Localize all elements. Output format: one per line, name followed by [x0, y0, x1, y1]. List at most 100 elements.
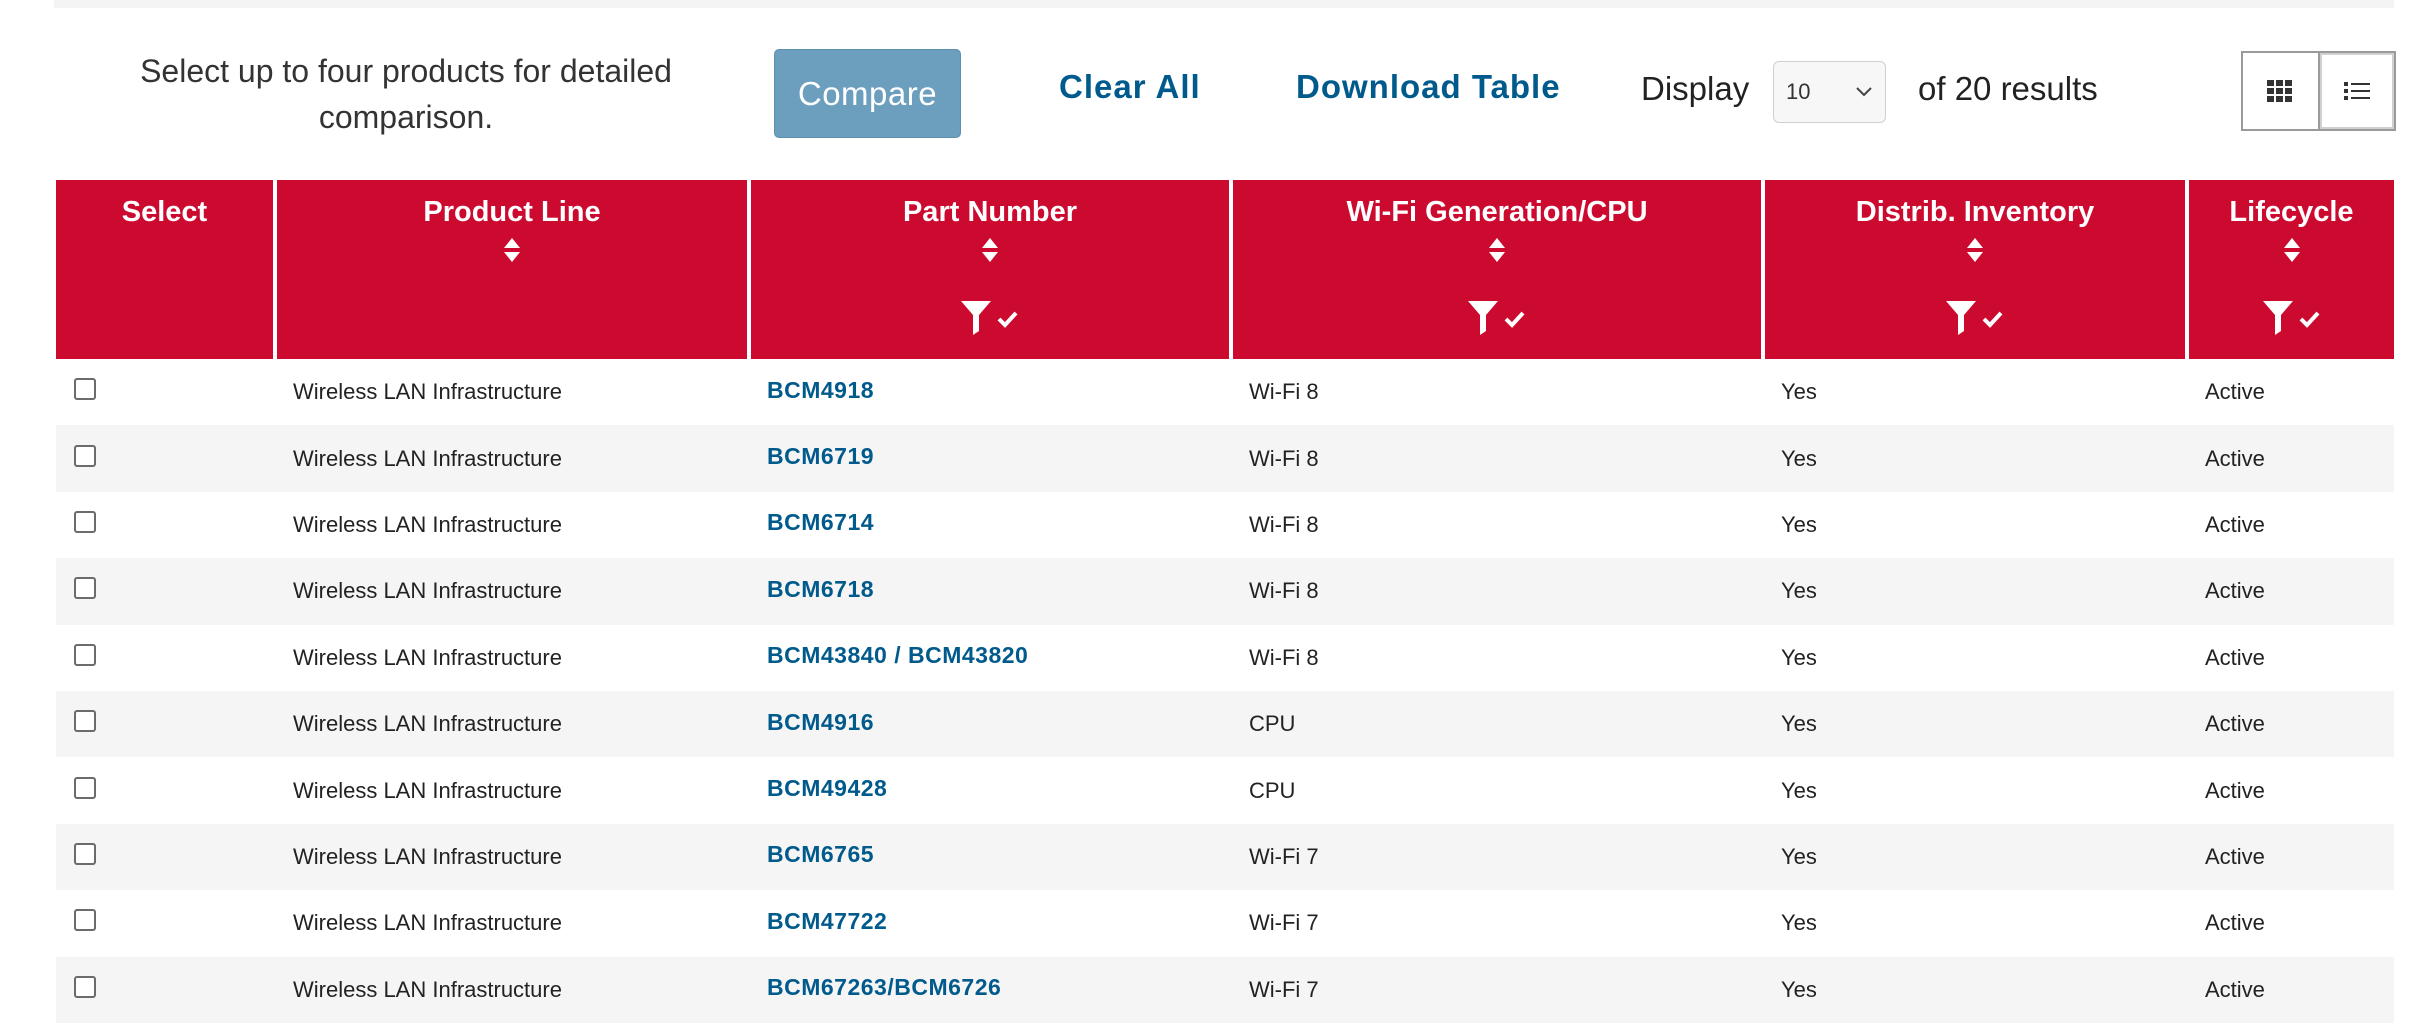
- compare-button[interactable]: Compare: [774, 49, 961, 138]
- column-header-lifecycle[interactable]: Lifecycle: [2189, 180, 2394, 359]
- row-select-checkbox[interactable]: [74, 510, 96, 533]
- filter-icon[interactable]: [2261, 297, 2323, 337]
- cell-select: [56, 909, 277, 932]
- part-number-link[interactable]: BCM4916: [767, 709, 874, 735]
- cell-lifecycle: Active: [2189, 446, 2394, 472]
- row-select-checkbox[interactable]: [74, 577, 96, 600]
- product-line-value: Wireless LAN Infrastructure: [293, 379, 562, 405]
- filter-icon[interactable]: [959, 297, 1021, 337]
- cell-product-line: Wireless LAN Infrastructure: [277, 645, 751, 671]
- page-size-value: 10: [1786, 79, 1811, 104]
- part-number-link[interactable]: BCM6765: [767, 841, 874, 867]
- row-select-checkbox[interactable]: [74, 444, 96, 467]
- cell-product-line: Wireless LAN Infrastructure: [277, 977, 751, 1003]
- lifecycle-value: Active: [2205, 511, 2265, 537]
- cell-product-line: Wireless LAN Infrastructure: [277, 711, 751, 737]
- column-header-wifi-generation[interactable]: Wi-Fi Generation/CPU: [1233, 180, 1765, 359]
- cell-part-number: BCM6714: [751, 509, 1233, 538]
- column-header-select: Select: [56, 180, 277, 359]
- row-select-checkbox[interactable]: [74, 710, 96, 733]
- part-number-link[interactable]: BCM6718: [767, 576, 874, 602]
- cell-distrib-inventory: Yes: [1765, 645, 2189, 671]
- row-select-checkbox[interactable]: [74, 643, 96, 666]
- cell-wifi-generation: Wi-Fi 7: [1233, 910, 1765, 936]
- product-line-value: Wireless LAN Infrastructure: [293, 711, 562, 737]
- product-line-value: Wireless LAN Infrastructure: [293, 777, 562, 803]
- product-table: Select Product Line Part Number Wi-Fi Gener…: [56, 180, 2394, 1023]
- cell-product-line: Wireless LAN Infrastructure: [277, 512, 751, 538]
- cell-wifi-generation: Wi-Fi 8: [1233, 578, 1765, 604]
- sort-icon[interactable]: [1487, 236, 1507, 264]
- clear-all-link[interactable]: Clear All: [1059, 68, 1201, 106]
- cell-distrib-inventory: Yes: [1765, 910, 2189, 936]
- part-number-link[interactable]: BCM4918: [767, 377, 874, 403]
- row-select-checkbox[interactable]: [74, 776, 96, 799]
- cell-product-line: Wireless LAN Infrastructure: [277, 446, 751, 472]
- cell-wifi-generation: CPU: [1233, 711, 1765, 737]
- cell-product-line: Wireless LAN Infrastructure: [277, 578, 751, 604]
- list-icon: [2343, 82, 2370, 100]
- column-title: Select: [121, 196, 208, 228]
- column-header-product-line[interactable]: Product Line: [277, 180, 751, 359]
- cell-lifecycle: Active: [2189, 379, 2394, 405]
- cell-distrib-inventory: Yes: [1765, 977, 2189, 1003]
- cell-wifi-generation: Wi-Fi 8: [1233, 446, 1765, 472]
- distrib-inventory-value: Yes: [1781, 644, 1817, 670]
- cell-select: [56, 776, 277, 799]
- part-number-link[interactable]: BCM6719: [767, 443, 874, 469]
- row-select-checkbox[interactable]: [74, 975, 96, 998]
- table-row: Wireless LAN Infrastructure BCM6718 Wi-Fi …: [56, 558, 2394, 625]
- filter-icon[interactable]: [1466, 297, 1528, 337]
- product-line-value: Wireless LAN Infrastructure: [293, 511, 562, 537]
- lifecycle-value: Active: [2205, 644, 2265, 670]
- sort-icon[interactable]: [1965, 236, 1985, 264]
- lifecycle-value: Active: [2205, 711, 2265, 737]
- filter-icon[interactable]: [1944, 297, 2006, 337]
- cell-select: [56, 378, 277, 401]
- sort-icon[interactable]: [502, 236, 522, 264]
- row-select-checkbox[interactable]: [74, 909, 96, 932]
- distrib-inventory-value: Yes: [1781, 777, 1817, 803]
- table-row: Wireless LAN Infrastructure BCM6765 Wi-Fi …: [56, 823, 2394, 891]
- cell-lifecycle: Active: [2189, 910, 2394, 936]
- cell-select: [56, 577, 277, 600]
- part-number-link[interactable]: BCM67263/BCM6726: [767, 974, 1001, 1000]
- table-row: Wireless LAN Infrastructure BCM47722 Wi-Fi…: [56, 890, 2394, 957]
- row-select-checkbox[interactable]: [74, 842, 96, 865]
- cell-lifecycle: Active: [2189, 512, 2394, 538]
- cell-part-number: BCM6718: [751, 576, 1233, 605]
- wifi-generation-value: Wi-Fi 7: [1249, 976, 1319, 1002]
- distrib-inventory-value: Yes: [1781, 379, 1817, 405]
- sort-icon[interactable]: [980, 236, 1000, 264]
- column-title: Product Line: [423, 196, 601, 228]
- part-number-link[interactable]: BCM6714: [767, 509, 874, 535]
- distrib-inventory-value: Yes: [1781, 976, 1817, 1002]
- lifecycle-value: Active: [2205, 578, 2265, 604]
- list-view-button[interactable]: [2317, 53, 2395, 129]
- cell-distrib-inventory: Yes: [1765, 778, 2189, 804]
- download-table-link[interactable]: Download Table: [1296, 68, 1561, 106]
- part-number-link[interactable]: BCM49428: [767, 775, 887, 801]
- cell-select: [56, 710, 277, 733]
- cell-product-line: Wireless LAN Infrastructure: [277, 379, 751, 405]
- cell-distrib-inventory: Yes: [1765, 379, 2189, 405]
- cell-wifi-generation: Wi-Fi 8: [1233, 379, 1765, 405]
- part-number-link[interactable]: BCM47722: [767, 908, 887, 934]
- row-select-checkbox[interactable]: [74, 378, 96, 401]
- cell-lifecycle: Active: [2189, 778, 2394, 804]
- part-number-link[interactable]: BCM43840 / BCM43820: [767, 642, 1028, 668]
- column-header-distrib-inventory[interactable]: Distrib. Inventory: [1765, 180, 2189, 359]
- column-header-part-number[interactable]: Part Number: [751, 180, 1233, 359]
- grid-view-button[interactable]: [2243, 53, 2318, 129]
- cell-wifi-generation: Wi-Fi 8: [1233, 645, 1765, 671]
- page-size-select[interactable]: 10: [1773, 61, 1886, 123]
- table-row: Wireless LAN Infrastructure BCM6719 Wi-Fi …: [56, 425, 2394, 492]
- cell-lifecycle: Active: [2189, 645, 2394, 671]
- cell-part-number: BCM67263/BCM6726: [751, 974, 1233, 1003]
- product-line-value: Wireless LAN Infrastructure: [293, 445, 562, 471]
- product-line-value: Wireless LAN Infrastructure: [293, 976, 562, 1002]
- sort-icon[interactable]: [2282, 236, 2302, 264]
- cell-product-line: Wireless LAN Infrastructure: [277, 778, 751, 804]
- distrib-inventory-value: Yes: [1781, 511, 1817, 537]
- lifecycle-value: Active: [2205, 910, 2265, 936]
